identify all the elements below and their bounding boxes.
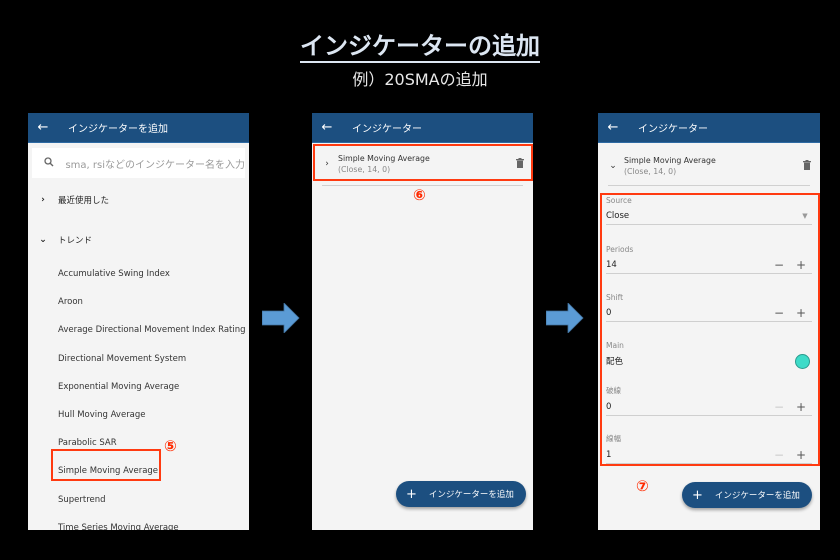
add-indicator-label: インジケーターを追加 [714,491,800,501]
indicator-params: (Close, 14, 0) [624,167,677,176]
step-number-5: ⑤ [164,437,177,455]
page-title-text: インジケーターの追加 [300,32,540,63]
app-bar: ← インジケーターを追加 [28,113,249,143]
back-arrow-icon[interactable]: ← [598,120,628,135]
highlight-box-step5 [51,449,161,481]
divider [608,185,810,186]
list-item[interactable]: Supertrend [28,486,249,514]
list-item[interactable]: Average Directional Movement Index Ratin… [28,316,249,344]
plus-icon: + [692,487,703,503]
indicator-row[interactable]: ⌄ Simple Moving Average (Close, 14, 0) [598,147,820,185]
app-bar: ← インジケーター [312,113,533,143]
chevron-right-icon: › [41,195,45,205]
list-item[interactable]: Exponential Moving Average [28,373,249,401]
list-item[interactable]: Directional Movement System [28,345,249,373]
group-label: トレンド [58,236,93,246]
highlight-box-step6 [313,144,533,181]
plus-icon: + [406,486,417,502]
list-item[interactable]: Time Series Moving Average [28,514,249,530]
list-item[interactable]: Aroon [28,288,249,316]
app-bar-title: インジケーター [638,124,708,135]
add-indicator-label: インジケーターを追加 [428,490,514,500]
trash-icon[interactable] [794,159,820,173]
search-input[interactable]: sma, rsiなどのインジケーター名を入力 [32,148,245,178]
app-bar: ← インジケーター [598,113,820,143]
highlight-box-step7 [600,193,820,466]
search-placeholder: sma, rsiなどのインジケーター名を入力 [65,159,245,171]
add-indicator-button[interactable]: + インジケーターを追加 [682,482,812,508]
search-icon [32,156,65,170]
arrow-right-icon [262,303,300,333]
app-bar-title: インジケーターを追加 [68,124,168,135]
group-trend[interactable]: ⌄ トレンド [28,220,249,260]
indicator-list: Accumulative Swing Index Aroon Average D… [28,260,249,530]
step-number-7: ⑦ [636,477,649,495]
chevron-down-icon: ⌄ [39,235,47,245]
page-title: インジケーターの追加 [0,26,840,63]
add-indicator-button[interactable]: + インジケーターを追加 [396,481,526,507]
list-item[interactable]: Accumulative Swing Index [28,260,249,288]
arrow-right-icon [546,303,584,333]
back-arrow-icon[interactable]: ← [312,120,342,135]
group-recent[interactable]: › 最近使用した [28,180,249,220]
list-item[interactable]: Hull Moving Average [28,401,249,429]
back-arrow-icon[interactable]: ← [28,120,58,135]
app-bar-title: インジケーター [352,124,422,135]
page-subtitle: 例）20SMAの追加 [352,70,488,89]
indicator-name: Simple Moving Average [624,156,716,165]
group-label: 最近使用した [58,196,110,206]
chevron-down-icon: ⌄ [609,161,617,171]
step-number-6: ⑥ [413,186,426,204]
indicator-text: Simple Moving Average (Close, 14, 0) [624,156,794,176]
